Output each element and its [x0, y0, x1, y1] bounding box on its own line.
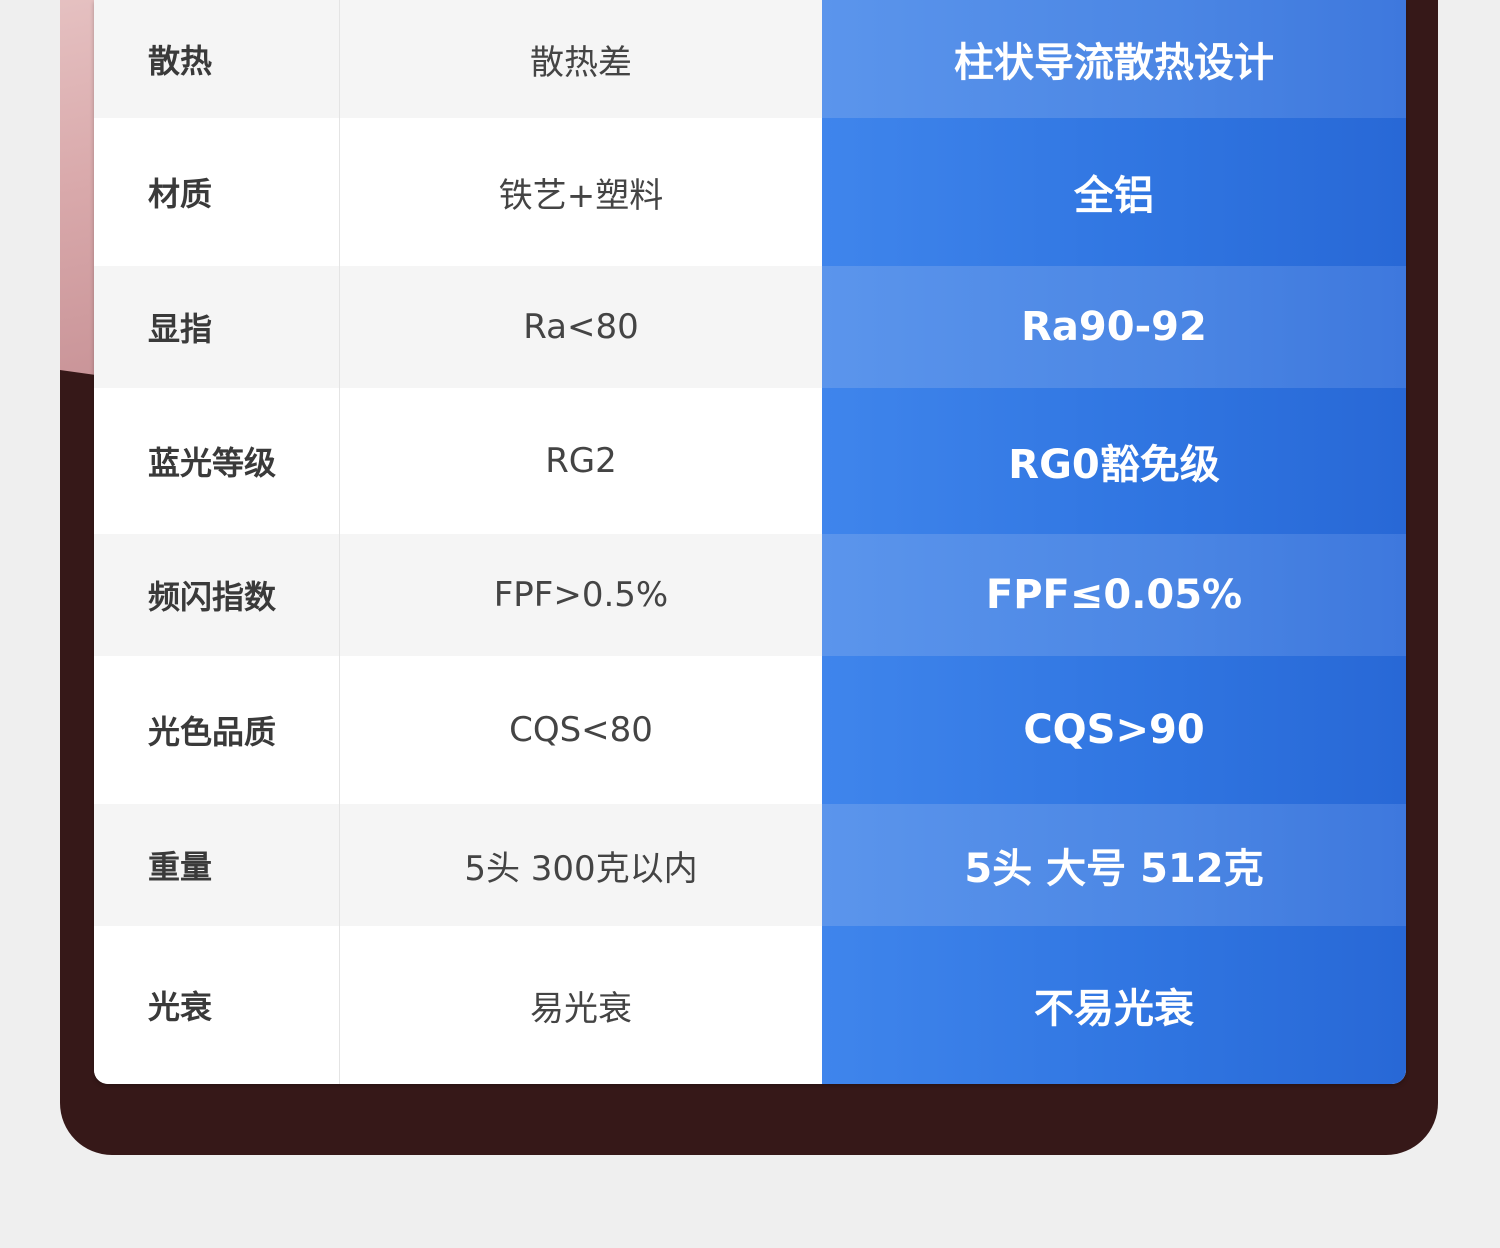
product-value: RG0豁免级 [822, 388, 1406, 534]
table-row-flicker: 频闪指数 FPF>0.5% FPF≤0.05% [94, 534, 1406, 656]
competitor-value: RG2 [340, 388, 822, 534]
product-value: CQS>90 [822, 656, 1406, 804]
competitor-value: 易光衰 [340, 926, 822, 1084]
row-label: 显指 [94, 266, 339, 388]
competitor-value: CQS<80 [340, 656, 822, 804]
table-row-cri: 显指 Ra<80 Ra90-92 [94, 266, 1406, 388]
row-label: 散热 [94, 0, 339, 118]
column-divider [339, 0, 340, 1084]
table-row-heat: 散热 散热差 柱状导流散热设计 [94, 0, 1406, 118]
competitor-value: Ra<80 [340, 266, 822, 388]
row-label: 光色品质 [94, 656, 339, 804]
table-row-material: 材质 铁艺+塑料 全铝 [94, 118, 1406, 266]
competitor-value: 5头 300克以内 [340, 804, 822, 926]
competitor-value: 铁艺+塑料 [340, 118, 822, 266]
product-value: FPF≤0.05% [822, 534, 1406, 656]
product-value: 5头 大号 512克 [822, 804, 1406, 926]
product-value: 全铝 [822, 118, 1406, 266]
row-label: 频闪指数 [94, 534, 339, 656]
table-row-blue-light: 蓝光等级 RG2 RG0豁免级 [94, 388, 1406, 534]
table-row-weight: 重量 5头 300克以内 5头 大号 512克 [94, 804, 1406, 926]
row-label: 蓝光等级 [94, 388, 339, 534]
product-value: 不易光衰 [822, 926, 1406, 1084]
table-row-color-quality: 光色品质 CQS<80 CQS>90 [94, 656, 1406, 804]
row-label: 光衰 [94, 926, 339, 1084]
comparison-table: 散热 散热差 柱状导流散热设计 材质 铁艺+塑料 全铝 显指 Ra<80 Ra9… [94, 0, 1406, 1084]
product-value: 柱状导流散热设计 [822, 0, 1406, 118]
competitor-value: FPF>0.5% [340, 534, 822, 656]
row-label: 重量 [94, 804, 339, 926]
table-row-light-decay: 光衰 易光衰 不易光衰 [94, 926, 1406, 1084]
row-label: 材质 [94, 118, 339, 266]
product-value: Ra90-92 [822, 266, 1406, 388]
competitor-value: 散热差 [340, 0, 822, 118]
